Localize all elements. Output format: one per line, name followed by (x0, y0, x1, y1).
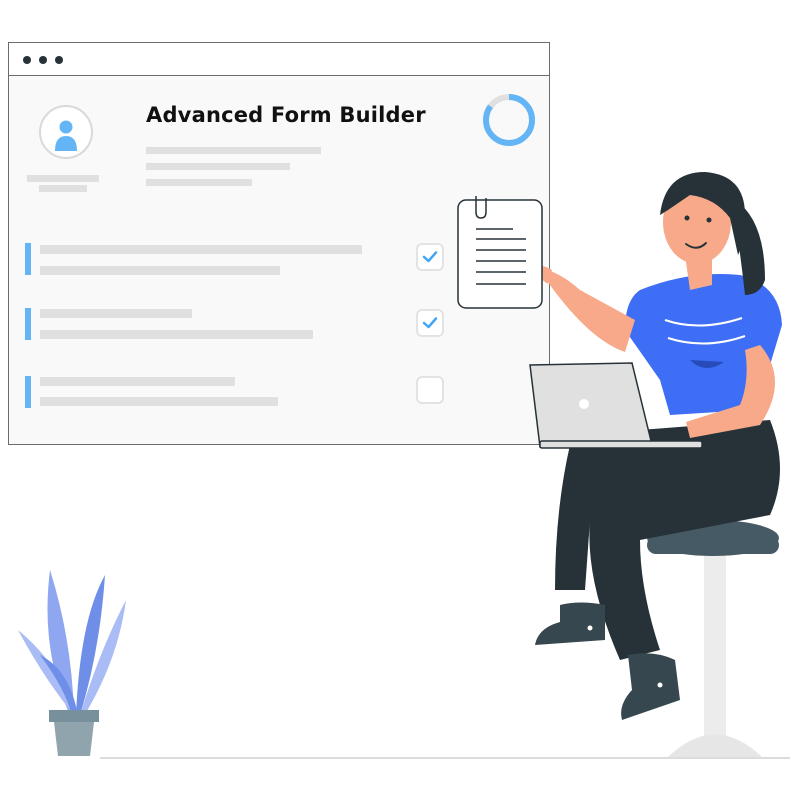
illustration (18, 172, 782, 757)
person-legs (535, 420, 780, 720)
floor-line (100, 757, 790, 759)
stool (647, 520, 779, 757)
paper-icon (457, 196, 543, 309)
plant-icon (18, 570, 126, 756)
